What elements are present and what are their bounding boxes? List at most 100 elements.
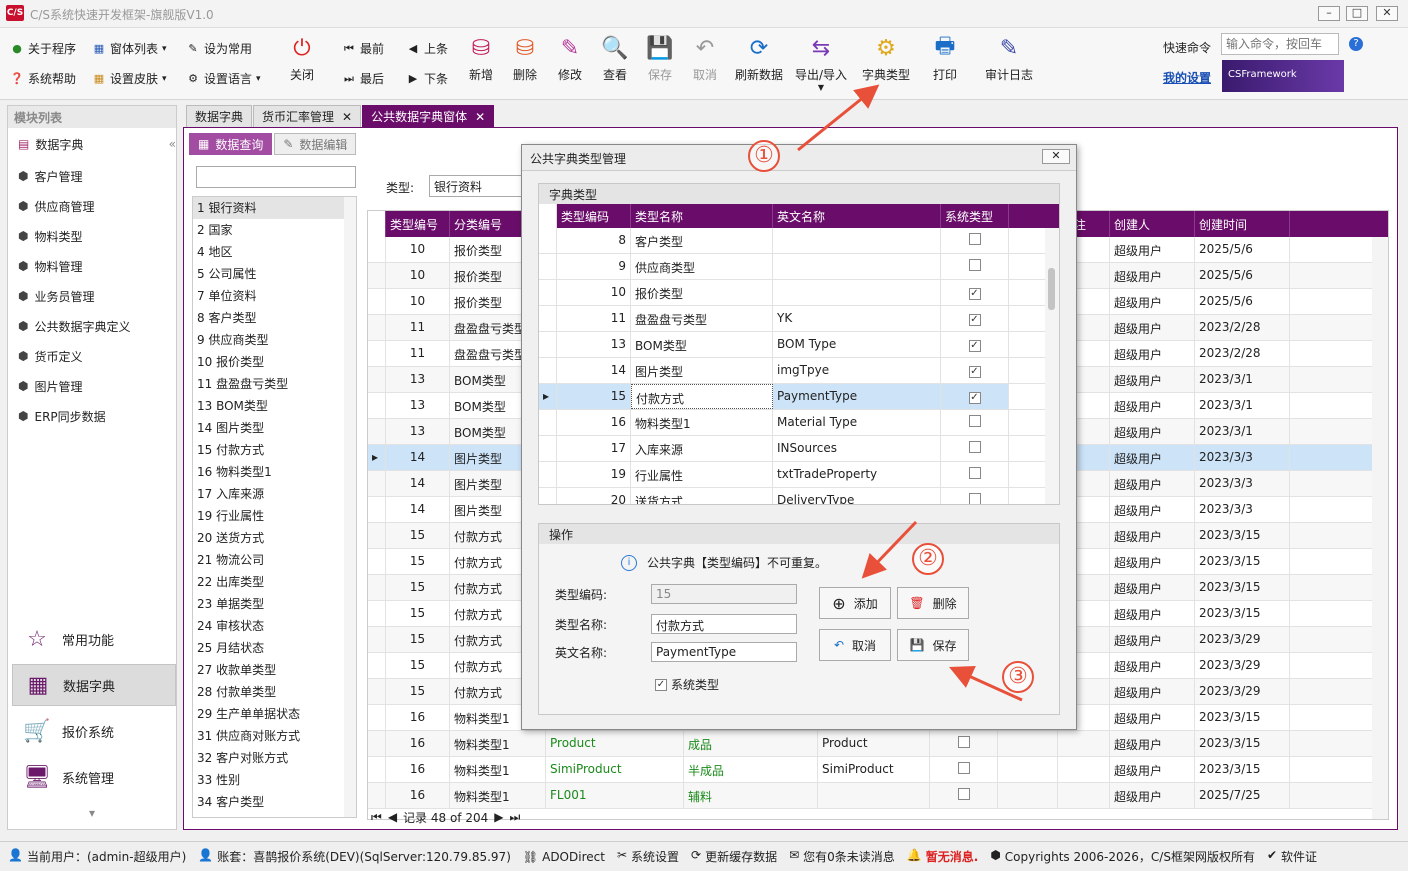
type-filter-input[interactable]: 银行资料: [429, 175, 529, 197]
next-button[interactable]: ▶ 下条: [406, 68, 448, 90]
list-item[interactable]: 11 盘盈盘亏类型: [193, 373, 356, 395]
dict-table-row[interactable]: 19 行业属性 txtTradeProperty: [539, 462, 1059, 488]
type-search-input[interactable]: [196, 166, 356, 188]
grid-column-header[interactable]: 创建人: [1110, 211, 1195, 237]
checkbox-checked-icon[interactable]: ✓: [968, 340, 981, 352]
dialog-add-button[interactable]: ⊕ 添加: [819, 587, 891, 619]
pager-first-icon[interactable]: ⏮: [371, 810, 382, 825]
list-item[interactable]: 1 银行资料: [193, 197, 356, 219]
minimize-button[interactable]: –: [1318, 6, 1340, 21]
dict-table-row[interactable]: 20 送货方式 DeliveryType: [539, 488, 1059, 504]
list-item[interactable]: 35 销售单类型: [193, 813, 356, 817]
last-button[interactable]: ⏭ 最后: [342, 68, 384, 90]
status-item[interactable]: ✉ 您有0条未读消息: [789, 848, 895, 865]
list-item[interactable]: 13 BOM类型: [193, 395, 356, 417]
system-type-checkbox[interactable]: ✓ 系统类型: [655, 676, 719, 693]
my-settings-link[interactable]: 我的设置: [1163, 69, 1211, 86]
dialog-cancel-button[interactable]: ↶ 取消: [819, 629, 891, 661]
nav-quotation[interactable]: 🛒 报价系统: [12, 710, 176, 752]
list-item[interactable]: 27 收款单类型: [193, 659, 356, 681]
module-header-item[interactable]: ▤ 数据字典 «: [18, 133, 176, 155]
list-item[interactable]: 22 出库类型: [193, 571, 356, 593]
module-item[interactable]: ⬢ 客户管理: [18, 165, 83, 187]
list-item[interactable]: 33 性别: [193, 769, 356, 791]
audit-log-button[interactable]: ✎ 审计日志: [982, 30, 1036, 92]
nav-dictionary[interactable]: ▦ 数据字典: [12, 664, 176, 706]
module-item[interactable]: ⬢ 物料管理: [18, 255, 83, 277]
view-button[interactable]: 🔍 查看: [590, 30, 640, 92]
expand-icon[interactable]: ▾: [8, 806, 176, 828]
dialog-delete-button[interactable]: 🗑 删除: [897, 587, 969, 619]
list-item[interactable]: 5 公司属性: [193, 263, 356, 285]
status-item[interactable]: ⛓ ADODirect: [523, 850, 605, 864]
list-item[interactable]: 10 报价类型: [193, 351, 356, 373]
refresh-button[interactable]: ⟳ 刷新数据: [733, 30, 785, 92]
grid-scrollbar[interactable]: [1372, 237, 1388, 819]
checkbox-icon[interactable]: [968, 259, 981, 271]
checkbox-icon[interactable]: [957, 736, 970, 748]
first-button[interactable]: ⏮ 最前: [342, 38, 384, 60]
print-button[interactable]: 🖶 打印: [920, 30, 970, 92]
module-item[interactable]: ⬢ 货币定义: [18, 345, 83, 367]
list-item[interactable]: 29 生产单单据状态: [193, 703, 356, 725]
list-item[interactable]: 32 客户对账方式: [193, 747, 356, 769]
dict-table-row[interactable]: 11 盘盈盘亏类型 YK ✓: [539, 306, 1059, 332]
dict-table-row[interactable]: ▸ 15 付款方式 PaymentType ✓: [539, 384, 1059, 410]
list-item[interactable]: 4 地区: [193, 241, 356, 263]
module-item[interactable]: ⬢ 图片管理: [18, 375, 83, 397]
nav-favorites[interactable]: ☆ 常用功能: [12, 618, 176, 660]
help-icon[interactable]: ?: [1349, 37, 1363, 51]
table-row[interactable]: 16 物料类型1 Product 成品 Product 超级用户 2023/3/15: [368, 731, 1388, 757]
list-scrollbar[interactable]: [344, 197, 356, 817]
delete-button[interactable]: ⛁ 删除: [500, 30, 550, 92]
dict-table-row[interactable]: 9 供应商类型: [539, 254, 1059, 280]
list-item[interactable]: 9 供应商类型: [193, 329, 356, 351]
close-icon[interactable]: ✕: [475, 110, 485, 124]
export-import-button[interactable]: ⇆ 导出/导入 ▼: [793, 30, 849, 93]
maximize-button[interactable]: □: [1346, 6, 1368, 21]
checkbox-icon[interactable]: [968, 441, 981, 453]
checkbox-checked-icon[interactable]: ✓: [968, 392, 981, 404]
tab-edit[interactable]: ✎ 数据编辑: [274, 133, 357, 155]
table-row[interactable]: 16 物料类型1 SimiProduct 半成品 SimiProduct 超级用户 2023…: [368, 757, 1388, 783]
tab-query[interactable]: ▦ 数据查询: [189, 133, 273, 155]
list-item[interactable]: 16 物料类型1: [193, 461, 356, 483]
dialog-save-button[interactable]: 💾 保存: [897, 629, 969, 661]
list-item[interactable]: 17 入库来源: [193, 483, 356, 505]
add-button[interactable]: ⛁ 新增: [456, 30, 506, 92]
window-list-button[interactable]: ▦ 窗体列表 ▾: [92, 38, 167, 60]
checkbox-checked-icon[interactable]: ✓: [968, 288, 981, 300]
nav-system[interactable]: 🖥 系统管理: [12, 756, 176, 798]
list-item[interactable]: 21 物流公司: [193, 549, 356, 571]
dict-type-button[interactable]: ⚙ 字典类型: [860, 30, 912, 92]
list-item[interactable]: 2 国家: [193, 219, 356, 241]
module-item[interactable]: ⬢ 物料类型: [18, 225, 83, 247]
list-item[interactable]: 23 单据类型: [193, 593, 356, 615]
pager-prev-icon[interactable]: ◀: [388, 810, 397, 824]
status-item[interactable]: ✂ 系统设置: [617, 848, 679, 865]
dict-grid-scrollbar[interactable]: [1045, 228, 1059, 504]
list-item[interactable]: 15 付款方式: [193, 439, 356, 461]
edit-button[interactable]: ✎ 修改: [545, 30, 595, 92]
skin-button[interactable]: ▦ 设置皮肤 ▾: [92, 68, 167, 90]
list-item[interactable]: 34 客户类型: [193, 791, 356, 813]
set-favorite-button[interactable]: ✎ 设为常用: [186, 38, 252, 60]
list-item[interactable]: 8 客户类型: [193, 307, 356, 329]
module-item[interactable]: ⬢ 公共数据字典定义: [18, 315, 131, 337]
checkbox-checked-icon[interactable]: ✓: [968, 314, 981, 326]
close-icon[interactable]: ✕: [342, 110, 352, 124]
dict-table-row[interactable]: 8 客户类型: [539, 228, 1059, 254]
checkbox-icon[interactable]: [968, 493, 981, 504]
list-item[interactable]: 14 图片类型: [193, 417, 356, 439]
tab-currency[interactable]: 货币汇率管理 ✕: [253, 105, 362, 127]
list-item[interactable]: 25 月结状态: [193, 637, 356, 659]
module-item[interactable]: ⬢ 业务员管理: [18, 285, 95, 307]
cancel-button[interactable]: ↶ 取消: [680, 30, 730, 92]
english-name-field[interactable]: PaymentType: [651, 642, 797, 662]
tab-public-dictionary[interactable]: 公共数据字典窗体 ✕: [362, 105, 495, 127]
list-item[interactable]: 28 付款单类型: [193, 681, 356, 703]
list-item[interactable]: 7 单位资料: [193, 285, 356, 307]
close-window-button[interactable]: ✕: [1376, 6, 1398, 21]
list-item[interactable]: 19 行业属性: [193, 505, 356, 527]
close-button[interactable]: ⏻ 关闭: [277, 30, 327, 92]
